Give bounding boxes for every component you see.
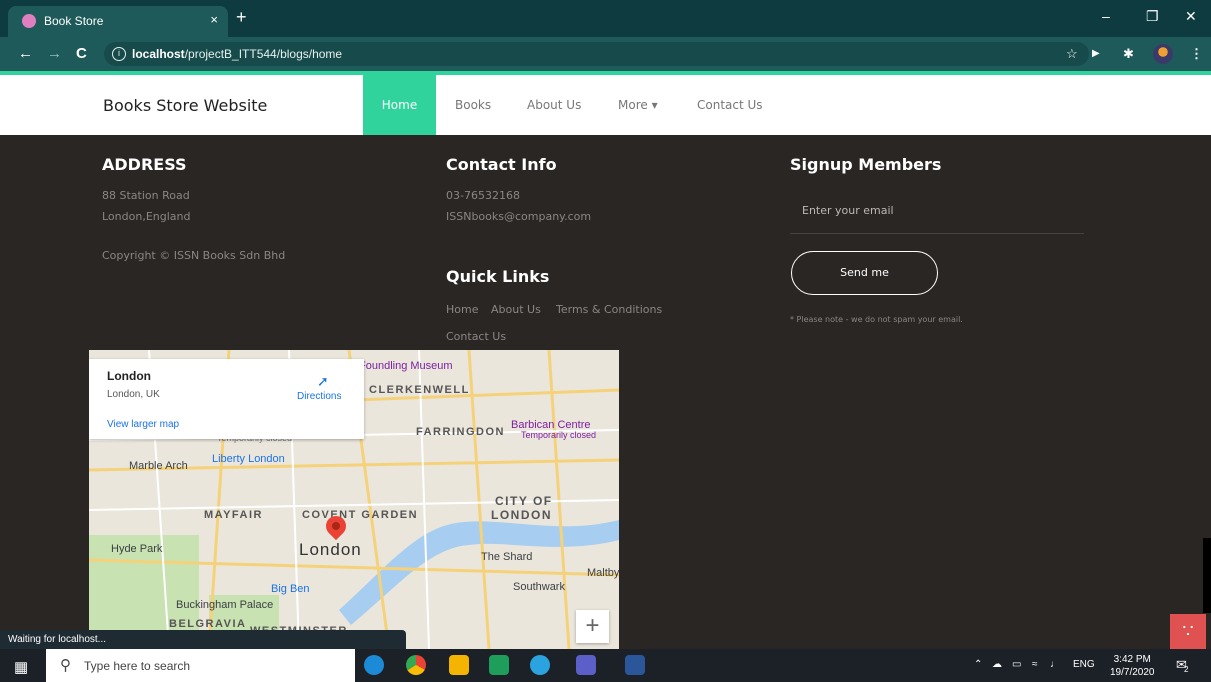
copyright: Copyright © ISSN Books Sdn Bhd: [102, 249, 286, 262]
browser-tabstrip: Book Store × + – ❐ ✕: [0, 0, 1211, 37]
reload-icon[interactable]: C: [76, 45, 87, 62]
map-label-foundling: Foundling Museum: [359, 360, 453, 372]
map-label-buckingham: Buckingham Palace: [176, 599, 274, 611]
url-host: localhost: [132, 47, 185, 61]
window-close-icon[interactable]: ✕: [1185, 8, 1197, 25]
taskbar-clock[interactable]: 3:42 PM 19/7/2020: [1110, 653, 1155, 679]
nav-more-dropdown[interactable]: More ▾: [618, 75, 658, 135]
map-label-london: London: [299, 540, 362, 559]
star-icon[interactable]: ☆: [1066, 46, 1078, 62]
telegram-icon[interactable]: [530, 655, 550, 675]
quick-link-about[interactable]: About Us: [491, 303, 541, 316]
favicon-icon: [22, 14, 36, 28]
signup-heading: Signup Members: [790, 155, 942, 174]
contact-phone: 03-76532168: [446, 189, 520, 202]
tab-title: Book Store: [44, 14, 104, 28]
map-label-covent: COVENT GARDEN: [302, 509, 419, 521]
back-icon[interactable]: ←: [18, 45, 33, 62]
address-line1: 88 Station Road: [102, 189, 190, 202]
file-explorer-icon[interactable]: [449, 655, 469, 675]
spam-note: * Please note - we do not spam your emai…: [790, 315, 963, 324]
site-navbar: Books Store Website Home Books About Us …: [0, 75, 1211, 135]
word-icon[interactable]: [625, 655, 645, 675]
info-icon[interactable]: i: [112, 47, 126, 61]
nav-contact[interactable]: Contact Us: [697, 75, 763, 135]
map-label-marble-arch: Marble Arch: [129, 460, 188, 472]
browser-tab[interactable]: Book Store ×: [8, 6, 228, 37]
map-label-farringdon: FARRINGDON: [416, 426, 505, 438]
browser-status-text: Waiting for localhost...: [0, 630, 406, 649]
map-label-big-ben: Big Ben: [271, 583, 310, 595]
tray-cloud-icon[interactable]: ☁: [992, 659, 1002, 670]
restore-icon[interactable]: ❐: [1146, 8, 1159, 25]
new-tab-icon[interactable]: +: [236, 8, 247, 26]
url-field[interactable]: i localhost/projectB_ITT544/blogs/home: [104, 42, 1089, 66]
map-label-shard: The Shard: [481, 551, 533, 563]
clock-date: 19/7/2020: [1110, 667, 1155, 678]
tray-chevron-icon[interactable]: ⌃: [974, 659, 982, 670]
map-label-southwark: Southwark: [513, 581, 565, 593]
profile-avatar[interactable]: [1153, 44, 1173, 64]
map-place-sub: London, UK: [107, 389, 160, 400]
map-label-mayfair: MAYFAIR: [204, 509, 263, 521]
map-place-card: London London, UK View larger map ➚ Dire…: [89, 359, 364, 439]
teams-icon[interactable]: [576, 655, 596, 675]
tray-wifi-icon[interactable]: ≈: [1032, 659, 1038, 670]
notification-count: 2: [1184, 665, 1189, 674]
minimize-icon[interactable]: –: [1102, 8, 1110, 24]
extension-play-icon[interactable]: ▶: [1092, 48, 1100, 59]
nav-about[interactable]: About Us: [527, 75, 581, 135]
puzzle-icon[interactable]: ✱: [1123, 46, 1134, 62]
tray-language[interactable]: ENG: [1073, 659, 1095, 670]
google-map[interactable]: Foundling Museum CLERKENWELL FARRINGDON …: [89, 350, 619, 649]
sticky-notes-icon[interactable]: [489, 655, 509, 675]
quick-link-home[interactable]: Home: [446, 303, 478, 316]
taskbar-search[interactable]: ⚲ Type here to search: [46, 649, 355, 682]
taskbar-search-placeholder: Type here to search: [84, 659, 191, 673]
quick-link-terms[interactable]: Terms & Conditions: [556, 303, 662, 316]
nav-books[interactable]: Books: [455, 75, 491, 135]
directions-link[interactable]: Directions: [297, 391, 341, 402]
chrome-icon[interactable]: [406, 655, 426, 675]
quick-link-contact[interactable]: Contact Us: [446, 330, 506, 343]
address-line2: London,England: [102, 210, 191, 223]
address-heading: ADDRESS: [102, 155, 187, 174]
email-input[interactable]: Enter your email: [790, 196, 1084, 234]
edge-icon[interactable]: [364, 655, 384, 675]
map-label-liberty: Liberty London: [212, 453, 285, 465]
map-label-clerkenwell: CLERKENWELL: [369, 384, 470, 396]
map-place-name: London: [107, 369, 151, 383]
address-bar-row: ← → C i localhost/projectB_ITT544/blogs/…: [0, 37, 1211, 71]
forward-icon[interactable]: →: [47, 45, 62, 62]
directions-icon[interactable]: ➚: [317, 373, 329, 390]
url-path: /projectB_ITT544/blogs/home: [184, 47, 343, 61]
map-label-belgravia: BELGRAVIA: [169, 618, 247, 630]
map-label-maltby: Maltby: [587, 567, 619, 579]
quick-links-heading: Quick Links: [446, 267, 550, 286]
map-label-city2: LONDON: [491, 508, 552, 522]
map-label-hyde-park: Hyde Park: [111, 543, 163, 555]
brand-title[interactable]: Books Store Website: [103, 96, 267, 115]
floating-app-badge-icon[interactable]: ∵: [1170, 614, 1206, 649]
contact-email: ISSNbooks@company.com: [446, 210, 592, 223]
clock-time: 3:42 PM: [1113, 654, 1151, 665]
search-icon: ⚲: [60, 657, 71, 674]
view-larger-map-link[interactable]: View larger map: [107, 419, 179, 430]
close-tab-icon[interactable]: ×: [210, 12, 218, 27]
map-label-city: CITY OF: [495, 494, 553, 508]
menu-dots-icon[interactable]: ⋮: [1190, 46, 1203, 62]
tray-volume-icon[interactable]: ♩: [1050, 659, 1060, 670]
nav-home[interactable]: Home: [363, 75, 436, 135]
windows-taskbar: ▦ ⚲ Type here to search ⌃ ☁ ▭ ≈ ♩ ENG 3:…: [0, 649, 1211, 682]
map-label-barbican-closed: Temporarily closed: [521, 430, 597, 440]
zoom-in-button[interactable]: +: [576, 610, 609, 643]
send-me-button[interactable]: Send me: [791, 251, 938, 295]
contact-heading: Contact Info: [446, 155, 557, 174]
tray-battery-icon[interactable]: ▭: [1012, 659, 1021, 670]
side-block: [1203, 538, 1211, 613]
windows-start-icon[interactable]: ▦: [14, 658, 28, 676]
